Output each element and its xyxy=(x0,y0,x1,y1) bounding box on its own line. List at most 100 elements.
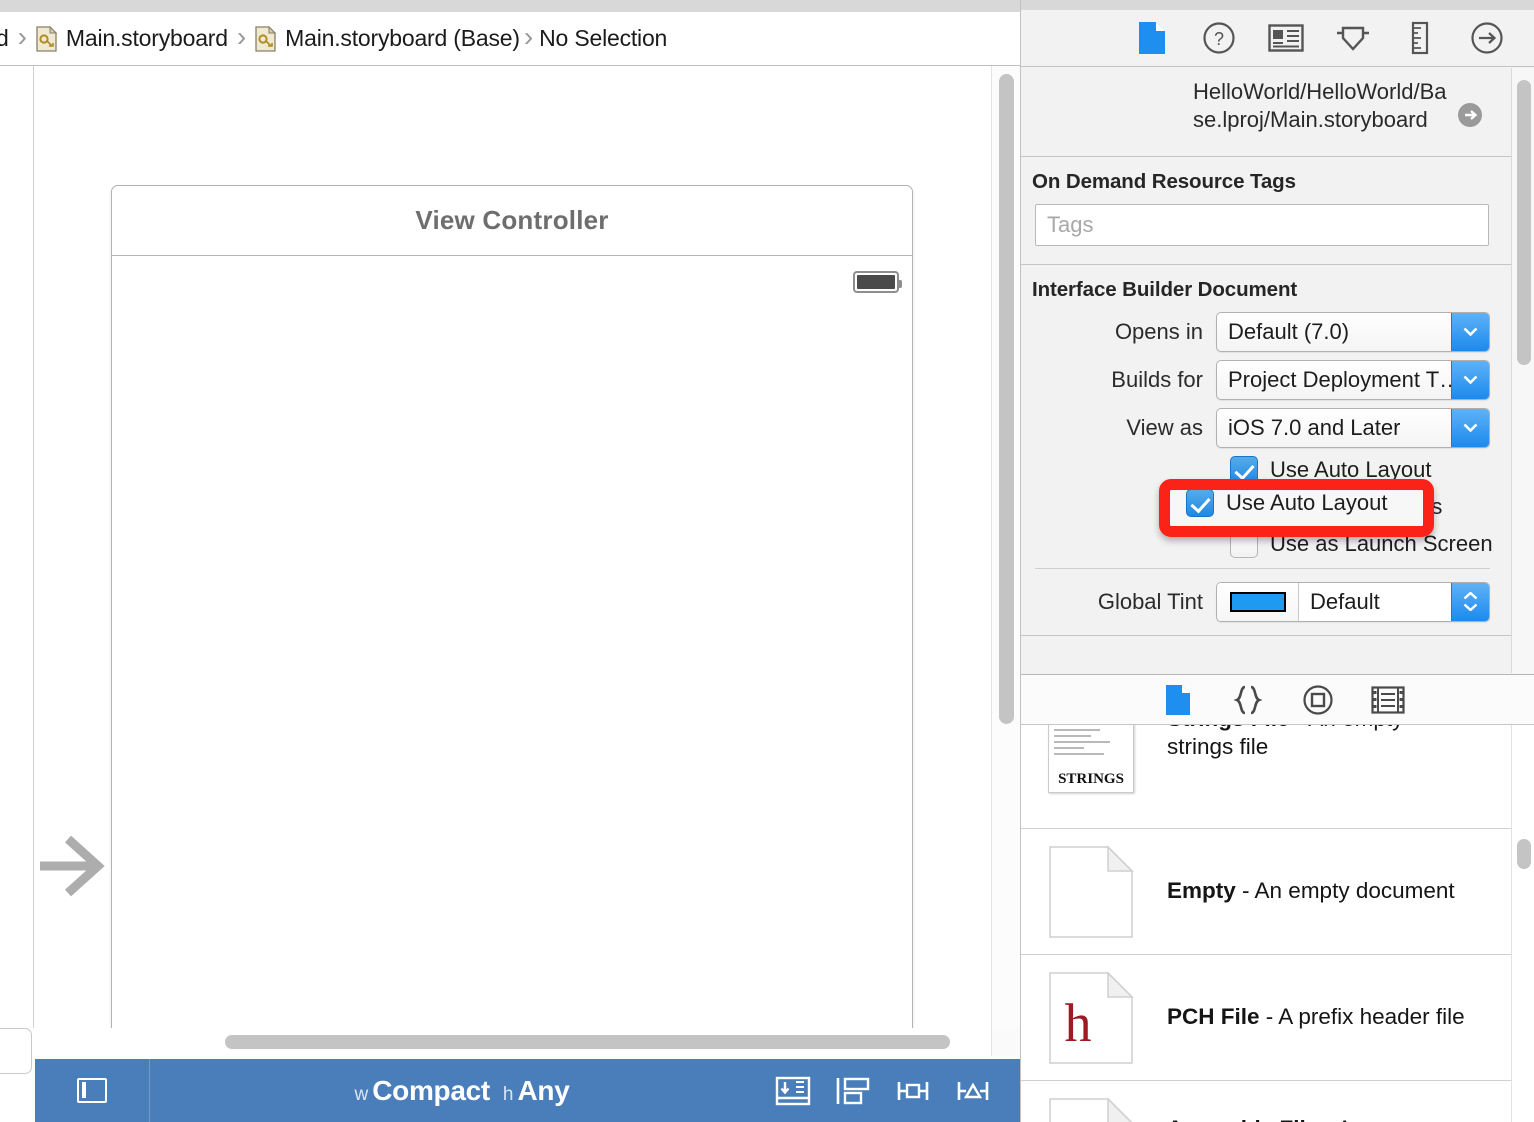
size-inspector-icon xyxy=(1410,21,1430,55)
file-path-section: HelloWorld/HelloWorld/Base.lproj/Main.st… xyxy=(1021,68,1511,157)
breadcrumb-item-label: Main.storyboard xyxy=(66,25,228,52)
list-item-title: Strings File xyxy=(1167,725,1290,731)
document-outline-toggle-button[interactable] xyxy=(35,1059,150,1122)
scene-title-bar: View Controller xyxy=(112,186,912,256)
connections-inspector-icon xyxy=(1470,21,1504,55)
strings-file-icon: STRINGS xyxy=(1048,725,1134,793)
global-tint-popup[interactable]: Default xyxy=(1216,582,1490,622)
file-template-library-button[interactable] xyxy=(1159,683,1197,717)
breadcrumb-separator: › xyxy=(18,23,27,54)
library-panel: STRINGS Strings File - An empty strings … xyxy=(1021,674,1534,1122)
library-scroll-thumb[interactable] xyxy=(1517,839,1531,869)
view-as-label: View as xyxy=(1021,415,1216,441)
breadcrumb-item-label: Main.storyboard (Base) xyxy=(285,25,520,52)
resolve-auto-layout-issues-icon[interactable] xyxy=(774,1074,812,1108)
canvas-horizontal-scrollbar[interactable] xyxy=(35,1028,990,1056)
highlighted-use-auto-layout-row[interactable]: Use Auto Layout xyxy=(1186,489,1387,517)
global-tint-value: Default xyxy=(1299,589,1380,615)
list-item[interactable]: Assembly File - An assembly xyxy=(1021,1081,1534,1122)
initial-view-controller-arrow-icon xyxy=(40,821,110,911)
breadcrumb-separator: › xyxy=(237,23,246,54)
opens-in-popup[interactable]: Default (7.0) xyxy=(1216,312,1490,352)
scene-body[interactable] xyxy=(112,256,912,1028)
list-item-title: Assembly File xyxy=(1167,1116,1318,1122)
attributes-inspector-icon xyxy=(1335,21,1371,55)
color-swatch xyxy=(1230,592,1286,612)
divider xyxy=(1035,568,1490,569)
chevron-down-icon xyxy=(1451,313,1489,351)
section-title: On Demand Resource Tags xyxy=(1021,157,1511,204)
identity-inspector-icon xyxy=(1268,24,1304,52)
list-item-text: Assembly File - An assembly xyxy=(1167,1115,1465,1122)
file-path-label: HelloWorld/HelloWorld/Base.lproj/Main.st… xyxy=(1021,78,1511,134)
breadcrumb-separator: › xyxy=(524,23,533,54)
align-icon[interactable] xyxy=(894,1074,932,1108)
auto-layout-buttons xyxy=(774,1074,1020,1108)
connections-inspector-button[interactable] xyxy=(1467,19,1507,57)
page-title: View Controller xyxy=(415,205,608,236)
storyboard-canvas[interactable]: View Controller xyxy=(0,66,1020,1056)
use-auto-layout-label: Use Auto Layout xyxy=(1270,457,1431,483)
size-class-width-value: Compact xyxy=(372,1075,490,1107)
use-auto-layout-label-highlighted: Use Auto Layout xyxy=(1226,490,1387,516)
file-inspector-button[interactable] xyxy=(1132,19,1172,57)
canvas-vertical-scroll-thumb[interactable] xyxy=(999,74,1014,724)
builds-for-label: Builds for xyxy=(1021,367,1216,393)
pin-icon[interactable] xyxy=(834,1074,872,1108)
tags-input[interactable]: Tags xyxy=(1035,204,1489,246)
chevron-down-icon xyxy=(1451,361,1489,399)
window-top-strip xyxy=(0,0,1020,12)
breadcrumb-item-main-storyboard-base[interactable]: Main.storyboard (Base) xyxy=(255,25,520,52)
canvas-horizontal-scroll-thumb[interactable] xyxy=(225,1035,950,1049)
view-as-value: iOS 7.0 and Later xyxy=(1217,415,1400,441)
reveal-in-finder-arrow-icon[interactable] xyxy=(1457,102,1483,128)
breadcrumb-item-main-storyboard[interactable]: Main.storyboard xyxy=(36,25,228,52)
attributes-inspector-button[interactable] xyxy=(1333,19,1373,57)
use-auto-layout-row[interactable]: Use Auto Layout xyxy=(1021,456,1511,484)
breadcrumb: d › Main.storyboard › Main.storyboard xyxy=(0,12,1020,66)
inspector-scroll-thumb[interactable] xyxy=(1517,80,1531,365)
list-item-desc: - A prefix header file xyxy=(1266,1004,1465,1029)
size-class-width-prefix: w xyxy=(354,1084,368,1106)
opens-in-label: Opens in xyxy=(1021,319,1216,345)
use-as-launch-screen-checkbox[interactable] xyxy=(1230,530,1258,558)
view-as-popup[interactable]: iOS 7.0 and Later xyxy=(1216,408,1490,448)
use-auto-layout-checkbox[interactable] xyxy=(1230,456,1258,484)
library-scrollbar[interactable] xyxy=(1511,725,1534,1122)
stepper-icon[interactable] xyxy=(1451,583,1489,621)
canvas-bottom-left-box xyxy=(0,1028,32,1074)
list-item[interactable]: Empty - An empty document xyxy=(1021,829,1534,955)
builds-for-row: Builds for Project Deployment T… xyxy=(1021,360,1511,400)
breadcrumb-item-no-selection[interactable]: No Selection xyxy=(539,25,667,52)
use-as-launch-screen-label: Use as Launch Screen xyxy=(1270,531,1493,557)
section-title: Interface Builder Document xyxy=(1021,265,1511,312)
list-item-title: PCH File xyxy=(1167,1004,1260,1029)
use-auto-layout-checkbox-highlighted[interactable] xyxy=(1186,489,1214,517)
on-demand-resource-tags-section: On Demand Resource Tags Tags xyxy=(1021,157,1511,265)
pch-file-icon: h xyxy=(1048,971,1134,1065)
identity-inspector-button[interactable] xyxy=(1266,19,1306,57)
file-inspector-icon xyxy=(1137,20,1167,56)
list-item-text: PCH File - A prefix header file xyxy=(1167,1003,1465,1031)
view-controller-scene[interactable]: View Controller xyxy=(111,185,913,1028)
media-library-icon xyxy=(1371,686,1405,714)
library-list[interactable]: STRINGS Strings File - An empty strings … xyxy=(1021,725,1534,1122)
list-item[interactable]: h PCH File - A prefix header file xyxy=(1021,955,1534,1081)
size-inspector-button[interactable] xyxy=(1400,19,1440,57)
canvas-scroll-corner xyxy=(991,1028,1020,1056)
media-library-button[interactable] xyxy=(1369,683,1407,717)
canvas-scroll-area[interactable]: View Controller xyxy=(35,66,990,1028)
object-library-button[interactable] xyxy=(1299,683,1337,717)
global-tint-swatch-cell[interactable] xyxy=(1217,583,1299,621)
code-snippet-library-button[interactable] xyxy=(1229,683,1267,717)
resize-behavior-icon[interactable] xyxy=(954,1074,992,1108)
opens-in-row: Opens in Default (7.0) xyxy=(1021,312,1511,352)
quick-help-inspector-button[interactable]: ? xyxy=(1199,19,1239,57)
inspector-scrollbar[interactable] xyxy=(1511,68,1534,673)
builds-for-popup[interactable]: Project Deployment T… xyxy=(1216,360,1490,400)
list-item[interactable]: STRINGS Strings File - An empty strings … xyxy=(1021,725,1534,829)
size-class-label[interactable]: w Compact h Any xyxy=(150,1075,774,1107)
use-as-launch-screen-row[interactable]: Use as Launch Screen xyxy=(1021,530,1511,558)
document-outline-toggle-icon xyxy=(77,1078,107,1103)
canvas-vertical-scrollbar[interactable] xyxy=(991,66,1020,1028)
